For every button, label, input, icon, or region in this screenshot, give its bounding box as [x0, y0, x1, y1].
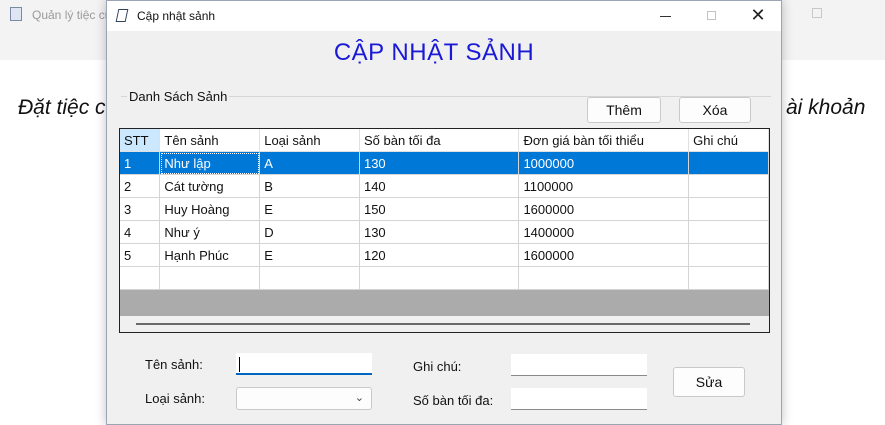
hall-table-body: STT Tên sảnh Loại sảnh Số bàn tối đa Đơn…	[120, 129, 769, 290]
table-cell[interactable]	[120, 266, 161, 290]
dialog-title: Cập nhật sảnh	[137, 9, 216, 23]
table-cell[interactable]: 5	[120, 243, 161, 267]
table-cell[interactable]: Như lập	[159, 151, 261, 175]
app-icon	[10, 7, 22, 21]
table-cell[interactable]	[688, 266, 769, 290]
table-cell[interactable]	[688, 174, 769, 198]
column-header-ghi-chu[interactable]: Ghi chú	[688, 129, 769, 152]
group-label: Danh Sách Sảnh	[127, 89, 230, 104]
table-cell[interactable]	[359, 266, 520, 290]
ghi-chu-input[interactable]	[511, 354, 647, 376]
table-cell[interactable]	[159, 266, 261, 290]
table-cell[interactable]	[688, 220, 769, 244]
table-cell[interactable]: Huy Hoàng	[159, 197, 261, 221]
minimize-button[interactable]	[643, 1, 689, 31]
minimize-icon	[660, 16, 671, 17]
table-cell[interactable]: 130	[359, 151, 520, 175]
maximize-button[interactable]	[689, 1, 735, 31]
table-row[interactable]: 4 Như ý D 130 1400000	[120, 220, 769, 244]
table-cell[interactable]	[688, 151, 769, 175]
table-cell[interactable]: 3	[120, 197, 161, 221]
ghi-chu-label: Ghi chú:	[413, 359, 462, 374]
table-cell[interactable]: E	[259, 197, 360, 221]
loai-sanh-select[interactable]: ⌄	[236, 387, 372, 410]
table-cell[interactable]: D	[259, 220, 360, 244]
close-button[interactable]: ✕	[735, 1, 781, 31]
table-cell[interactable]: 1400000	[518, 220, 690, 244]
add-button[interactable]: Thêm	[587, 97, 661, 123]
column-header-don-gia[interactable]: Đơn giá bàn tối thiểu	[518, 129, 690, 152]
column-header-so-ban[interactable]: Số bàn tối đa	[359, 129, 520, 152]
column-header-loai-sanh[interactable]: Loại sảnh	[259, 129, 360, 152]
table-cell[interactable]: Cát tường	[159, 174, 261, 198]
background-window-title: Quản lý tiệc cư	[32, 8, 113, 22]
table-cell[interactable]: 140	[359, 174, 520, 198]
table-cell[interactable]: 120	[359, 243, 520, 267]
chevron-down-icon[interactable]: ⌄	[355, 391, 364, 404]
hall-table[interactable]: STT Tên sảnh Loại sảnh Số bàn tối đa Đơn…	[119, 128, 770, 333]
table-cell[interactable]: 130	[359, 220, 520, 244]
menu-item-tai-khoan[interactable]: ài khoản	[786, 96, 865, 120]
table-cell[interactable]: A	[259, 151, 360, 175]
text-caret	[239, 357, 240, 372]
table-row[interactable]: 1 Như lập A 130 1000000	[120, 151, 769, 175]
ten-sanh-input[interactable]	[236, 353, 372, 375]
table-cell[interactable]: 4	[120, 220, 161, 244]
menu-item-dat-tiec[interactable]: Đặt tiệc c	[18, 96, 106, 120]
table-cell[interactable]: 1600000	[518, 197, 690, 221]
table-cell[interactable]: Như ý	[159, 220, 261, 244]
table-cell[interactable]: 1100000	[518, 174, 690, 198]
table-cell[interactable]: 1600000	[518, 243, 690, 267]
table-cell[interactable]: 1000000	[518, 151, 690, 175]
loai-sanh-label: Loại sảnh:	[145, 391, 205, 406]
table-cell[interactable]: B	[259, 174, 360, 198]
page-title: CẬP NHẬT SẢNH	[333, 39, 535, 66]
table-cell[interactable]: 2	[120, 174, 161, 198]
scrollbar-thumb[interactable]	[136, 323, 750, 325]
so-ban-label: Số bàn tối đa:	[413, 393, 494, 408]
column-header-ten-sanh[interactable]: Tên sảnh	[159, 129, 261, 152]
column-header-stt[interactable]: STT	[120, 129, 161, 152]
ten-sanh-label: Tên sảnh:	[145, 357, 203, 372]
table-header-row: STT Tên sảnh Loại sảnh Số bàn tối đa Đơn…	[120, 129, 769, 152]
table-row[interactable]: 3 Huy Hoàng E 150 1600000	[120, 197, 769, 221]
table-cell[interactable]: 1	[120, 151, 161, 175]
horizontal-scrollbar[interactable]	[120, 316, 769, 332]
table-cell[interactable]	[259, 266, 360, 290]
table-cell[interactable]: Hạnh Phúc	[159, 243, 261, 267]
table-row[interactable]: 2 Cát tường B 140 1100000	[120, 174, 769, 198]
dialog-titlebar[interactable]: Cập nhật sảnh ✕	[107, 1, 781, 31]
table-cell[interactable]: 150	[359, 197, 520, 221]
document-icon	[115, 9, 129, 22]
table-cell[interactable]	[518, 266, 690, 290]
so-ban-input[interactable]	[511, 388, 647, 410]
table-cell[interactable]	[688, 197, 769, 221]
close-icon: ✕	[750, 5, 766, 25]
table-row[interactable]: 5 Hạnh Phúc E 120 1600000	[120, 243, 769, 267]
background-maximize-icon[interactable]	[812, 8, 822, 18]
table-cell[interactable]	[688, 243, 769, 267]
maximize-icon	[707, 11, 716, 20]
table-cell[interactable]: E	[259, 243, 360, 267]
edit-button[interactable]: Sửa	[673, 367, 745, 397]
delete-button[interactable]: Xóa	[679, 97, 751, 123]
table-new-row[interactable]	[120, 266, 769, 290]
update-hall-dialog: Cập nhật sảnh ✕ CẬP NHẬT SẢNH Danh Sách …	[106, 0, 782, 425]
